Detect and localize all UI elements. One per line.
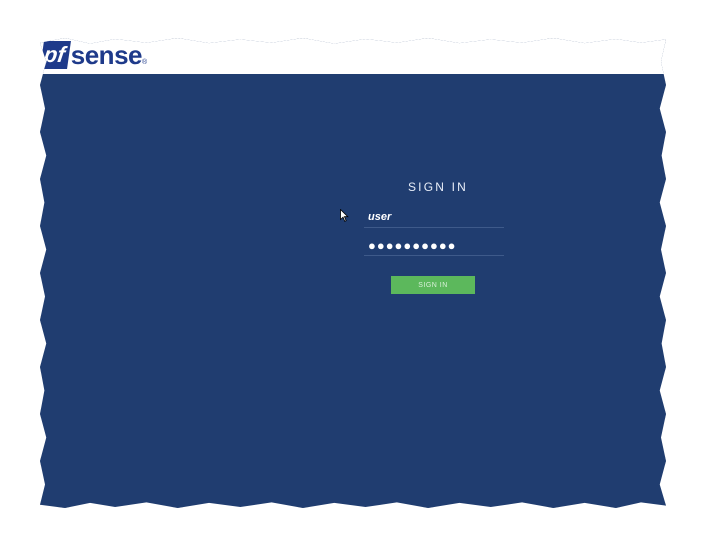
login-title: SIGN IN	[407, 180, 469, 194]
sign-in-button[interactable]: SIGN IN	[391, 276, 475, 294]
window-frame: pf sense ® SIGN IN SIGN IN	[40, 38, 666, 508]
username-input[interactable]	[364, 207, 504, 228]
logo-name: sense	[70, 40, 143, 70]
logo-registered-mark: ®	[142, 59, 148, 66]
password-input[interactable]	[364, 235, 504, 256]
top-header-bar: pf sense ®	[40, 38, 666, 74]
logo-prefix: pf	[40, 41, 71, 69]
mouse-pointer-icon	[340, 209, 349, 222]
pfsense-logo[interactable]: pf sense ®	[40, 40, 148, 70]
login-form: SIGN IN SIGN IN	[364, 180, 504, 294]
